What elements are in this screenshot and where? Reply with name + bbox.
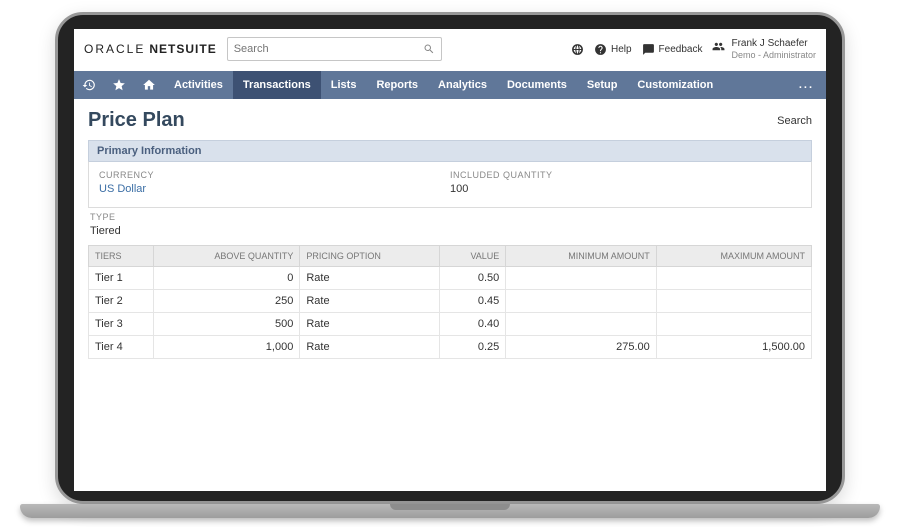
search-icon [423,43,435,55]
tiers-table: TIERS ABOVE QUANTITY PRICING OPTION VALU… [88,245,812,359]
help-label: Help [611,44,632,55]
nav-item-analytics[interactable]: Analytics [428,71,497,99]
feedback-icon [642,43,655,56]
nav-home-icon[interactable] [134,71,164,99]
nav-favorites-icon[interactable] [104,71,134,99]
search-input[interactable] [234,43,423,55]
table-row: Tier 3 500 Rate 0.40 [89,313,812,336]
currency-label: CURRENCY [99,170,450,180]
help-link[interactable]: Help [594,43,632,56]
main-nav: Activities Transactions Lists Reports An… [74,71,826,99]
table-header-row: TIERS ABOVE QUANTITY PRICING OPTION VALU… [89,246,812,267]
primary-info-body: CURRENCY US Dollar INCLUDED QUANTITY 100 [88,161,812,208]
user-role: Demo - Administrator [731,50,816,60]
th-value: VALUE [439,246,506,267]
global-search[interactable] [227,37,442,61]
nav-item-activities[interactable]: Activities [164,71,233,99]
page-body: Price Plan Search Primary Information CU… [74,99,826,359]
type-label: TYPE [90,212,810,222]
th-above-quantity: ABOVE QUANTITY [153,246,300,267]
feedback-label: Feedback [659,44,703,55]
nav-item-transactions[interactable]: Transactions [233,71,321,99]
nav-overflow[interactable]: ... [787,79,826,91]
user-name: Frank J Schaefer [731,38,816,50]
nav-recent-icon[interactable] [74,71,104,99]
currency-value[interactable]: US Dollar [99,183,450,195]
primary-info-header: Primary Information [88,140,812,161]
included-qty-label: INCLUDED QUANTITY [450,170,801,180]
th-minimum-amount: MINIMUM AMOUNT [506,246,656,267]
table-row: Tier 4 1,000 Rate 0.25 275.00 1,500.00 [89,336,812,359]
th-pricing-option: PRICING OPTION [300,246,439,267]
table-row: Tier 2 250 Rate 0.45 [89,290,812,313]
th-tiers: TIERS [89,246,154,267]
help-icon [594,43,607,56]
type-value: Tiered [90,225,810,237]
nav-item-documents[interactable]: Documents [497,71,577,99]
laptop-base [20,504,880,518]
logo-netsuite: NETSUITE [149,42,216,56]
table-row: Tier 1 0 Rate 0.50 [89,267,812,290]
laptop-frame: ORACLE NETSUITE Help Feedback [55,12,845,504]
app-screen: ORACLE NETSUITE Help Feedback [74,29,826,491]
user-menu[interactable]: Frank J Schaefer Demo - Administrator [712,38,816,60]
nav-item-lists[interactable]: Lists [321,71,367,99]
language-switcher[interactable] [571,43,584,56]
nav-item-reports[interactable]: Reports [366,71,428,99]
logo-oracle: ORACLE [84,42,145,56]
globe-icon [571,43,584,56]
nav-item-setup[interactable]: Setup [577,71,628,99]
feedback-link[interactable]: Feedback [642,43,703,56]
page-search-link[interactable]: Search [777,115,812,127]
top-header: ORACLE NETSUITE Help Feedback [74,29,826,71]
th-maximum-amount: MAXIMUM AMOUNT [656,246,811,267]
included-qty-value: 100 [450,183,801,195]
user-icon [712,40,725,58]
logo: ORACLE NETSUITE [84,42,217,56]
page-title: Price Plan [88,109,185,132]
nav-item-customization[interactable]: Customization [627,71,723,99]
